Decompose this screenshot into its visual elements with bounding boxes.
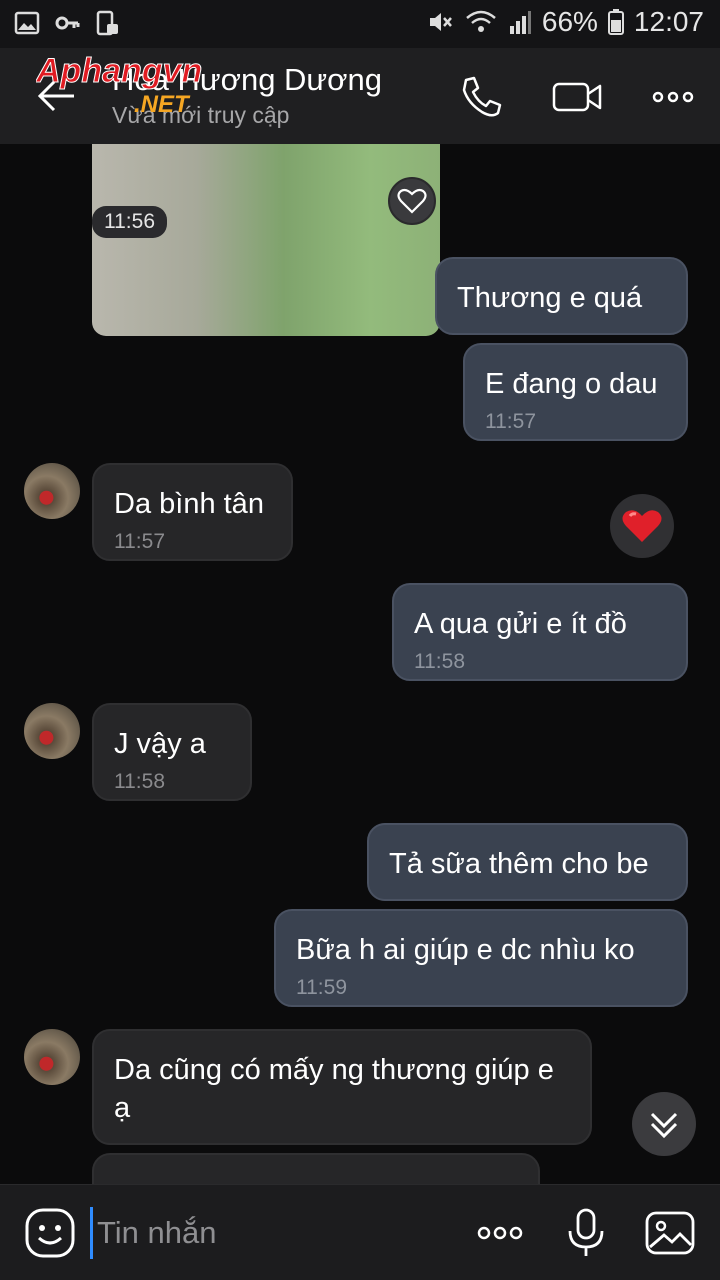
more-actions-icon[interactable] <box>474 1207 526 1259</box>
message-bubble-out[interactable]: Bữa h ai giúp e dc nhìu ko 11:59 <box>274 909 688 1007</box>
contact-avatar[interactable] <box>24 463 80 519</box>
message-text: Da bình tân <box>114 488 264 520</box>
video-call-icon[interactable] <box>552 72 602 122</box>
like-button[interactable] <box>388 177 436 225</box>
message-time: 11:57 <box>485 410 536 433</box>
watermark-logo: Aphangvn .NET <box>36 52 203 119</box>
message-time: 11:57 <box>114 530 165 553</box>
image-icon <box>14 11 40 35</box>
contact-avatar[interactable] <box>24 1029 80 1085</box>
message-input[interactable] <box>90 1207 450 1259</box>
battery-icon <box>607 9 624 35</box>
microphone-icon[interactable] <box>560 1207 612 1259</box>
message-time: 11:58 <box>114 770 165 793</box>
message-text: J vậy a <box>114 728 206 760</box>
message-bubble-in[interactable]: Da cũng có mấy ng thương giúp e ạ <box>92 1029 592 1145</box>
photo-timestamp: 11:56 <box>92 206 167 238</box>
key-icon <box>55 16 80 30</box>
message-bubble-out[interactable]: Thương e quá <box>435 257 688 335</box>
signal-icon <box>509 11 531 34</box>
double-chevron-down-icon <box>650 1112 678 1139</box>
message-bubble-out[interactable]: Tả sữa thêm cho be <box>367 823 688 901</box>
scroll-to-bottom-button[interactable] <box>632 1092 696 1156</box>
message-bubble-in[interactable] <box>92 1153 540 1184</box>
message-bubble-out[interactable]: A qua gửi e ít đồ 11:58 <box>392 583 688 681</box>
message-text: A qua gửi e ít đồ <box>414 608 627 640</box>
battery-percent: 66% <box>541 6 598 37</box>
message-composer <box>0 1184 720 1280</box>
wifi-icon <box>466 10 496 32</box>
message-list[interactable]: 11:56 Thương e quá E đang o dau 11:57 Da… <box>0 144 720 1184</box>
watermark-sub: .NET <box>134 91 191 118</box>
message-text: Da cũng có mấy ng thương giúp e ạ <box>114 1054 554 1124</box>
contact-avatar[interactable] <box>24 703 80 759</box>
message-bubble-out[interactable]: E đang o dau 11:57 <box>463 343 688 441</box>
emoji-icon[interactable] <box>24 1207 76 1259</box>
clock: 12:07 <box>633 6 704 37</box>
device-lock-icon <box>96 10 118 36</box>
reaction-badge[interactable] <box>610 494 674 558</box>
more-options-icon[interactable] <box>648 72 698 122</box>
heart-outline-icon <box>397 188 427 214</box>
message-text: Bữa h ai giúp e dc nhìu ko <box>296 934 635 966</box>
message-text: E đang o dau <box>485 368 658 400</box>
mute-icon <box>429 13 452 31</box>
message-bubble-in[interactable]: J vậy a 11:58 <box>92 703 252 801</box>
message-bubble-in[interactable]: Da bình tân 11:57 <box>92 463 293 561</box>
message-time: 11:59 <box>296 976 347 999</box>
phone-icon[interactable] <box>456 72 506 122</box>
photo-message[interactable] <box>92 144 440 336</box>
message-time: 11:58 <box>414 650 465 673</box>
gallery-icon[interactable] <box>644 1207 696 1259</box>
message-text: Thương e quá <box>457 282 643 314</box>
watermark-text: Aphangvn <box>36 52 202 90</box>
heart-icon <box>622 510 662 542</box>
message-text: Tả sữa thêm cho be <box>389 848 649 880</box>
status-bar: 66% 12:07 <box>0 0 720 48</box>
chat-header: Hoa Hương Dương Vừa mới truy cập Aphangv… <box>0 48 720 144</box>
